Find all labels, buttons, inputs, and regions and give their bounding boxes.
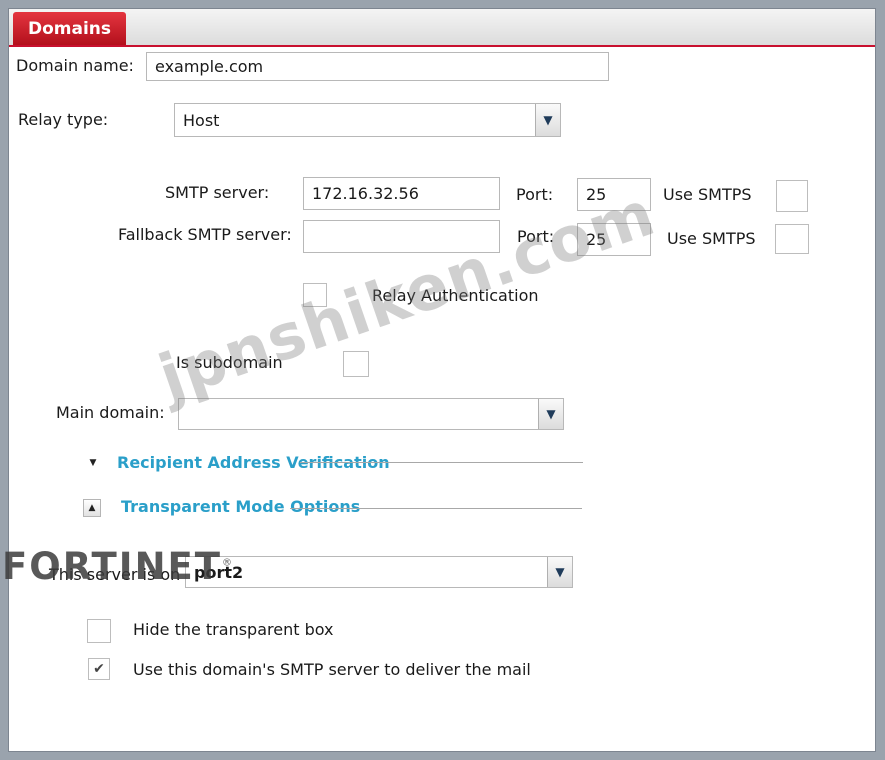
collapse-recipient-icon[interactable]: ▼: [84, 454, 102, 472]
domain-name-input[interactable]: example.com: [146, 52, 609, 81]
smtp-server-input[interactable]: 172.16.32.56: [303, 177, 500, 210]
server-on-select[interactable]: port2 ▼: [185, 556, 573, 588]
subdomain-checkbox[interactable]: [343, 351, 369, 377]
fallback-server-label: Fallback SMTP server:: [118, 225, 292, 244]
smtp-smtps-label: Use SMTPS: [663, 185, 752, 204]
hide-transparent-box-label: Hide the transparent box: [133, 620, 334, 639]
smtp-smtps-checkbox[interactable]: [776, 180, 808, 212]
use-smtp-server-label: Use this domain's SMTP server to deliver…: [133, 660, 531, 679]
fallback-smtps-label: Use SMTPS: [667, 229, 756, 248]
smtp-server-value: 172.16.32.56: [312, 184, 419, 203]
section-divider: [300, 462, 583, 463]
fallback-smtps-checkbox[interactable]: [775, 224, 809, 254]
relay-type-value: Host: [183, 110, 220, 130]
checkmark-icon: ✔: [93, 661, 105, 677]
chevron-down-icon[interactable]: ▼: [538, 399, 563, 429]
tab-bar: Domains: [9, 9, 875, 47]
chevron-down-icon[interactable]: ▼: [535, 104, 560, 136]
domain-name-value: example.com: [155, 57, 264, 76]
smtp-server-label: SMTP server:: [165, 183, 270, 202]
chevron-down-icon[interactable]: ▼: [547, 557, 572, 587]
domain-name-label: Domain name:: [16, 56, 134, 75]
smtp-port-label: Port:: [516, 185, 554, 204]
expand-transparent-icon[interactable]: ▲: [83, 499, 101, 517]
tab-domains[interactable]: Domains: [13, 12, 126, 45]
fortinet-logo: FORTINET®: [2, 545, 235, 588]
use-smtp-server-checkbox[interactable]: ✔: [88, 658, 110, 680]
main-domain-select[interactable]: ▼: [178, 398, 564, 430]
hide-transparent-box-checkbox[interactable]: [87, 619, 111, 643]
section-divider: [290, 508, 582, 509]
main-domain-label: Main domain:: [56, 403, 165, 422]
relay-type-label: Relay type:: [18, 110, 109, 129]
transparent-mode-header[interactable]: Transparent Mode Options: [121, 497, 360, 516]
relay-type-select[interactable]: Host ▼: [174, 103, 561, 137]
